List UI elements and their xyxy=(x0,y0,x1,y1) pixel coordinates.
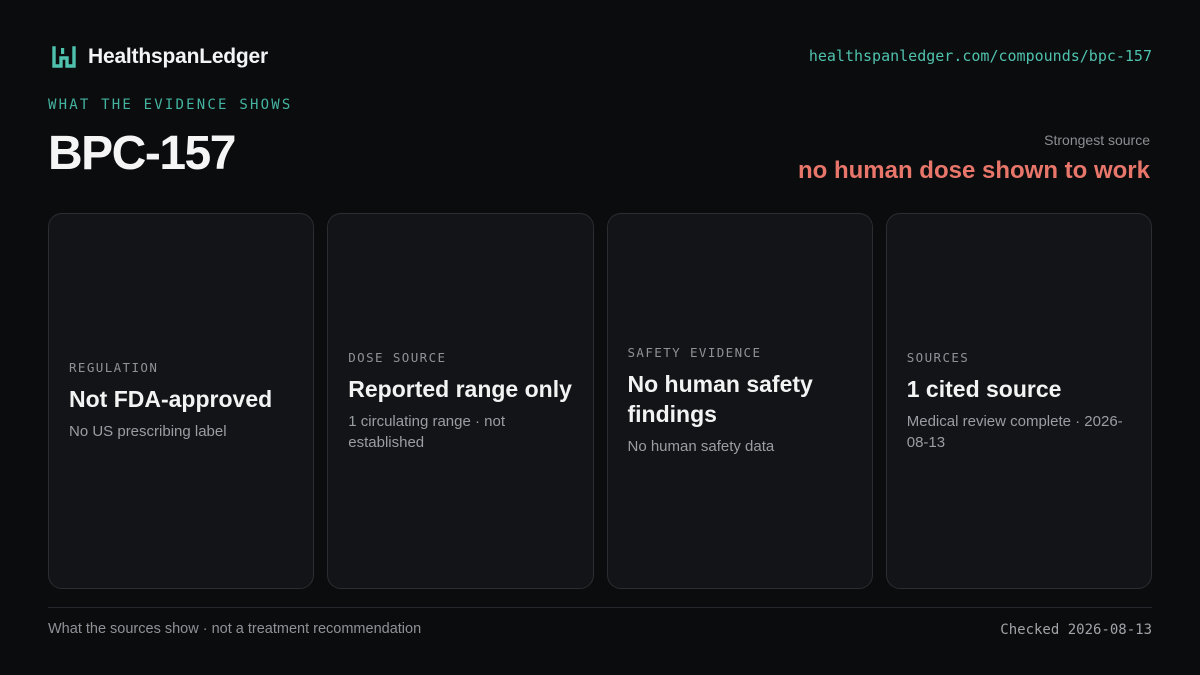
ledger-h-logo-icon xyxy=(52,46,76,68)
card-note: No human safety data xyxy=(627,438,775,455)
footer-divider xyxy=(48,607,1152,608)
page-header: HealthspanLedger healthspanledger.com/co… xyxy=(48,40,1152,74)
card-label: SAFETY EVIDENCE xyxy=(627,345,762,360)
card-label: SOURCES xyxy=(906,349,970,365)
checked-date: Checked 2026-08-13 xyxy=(1000,622,1152,638)
card-value: Not FDA-approved xyxy=(69,386,273,412)
regulation-card: REGULATION Not FDA-approved No US prescr… xyxy=(48,213,315,589)
strongest-source-label: Strongest source xyxy=(1044,132,1150,148)
brand-name: HealthspanLedger xyxy=(88,45,269,68)
card-value: No human safety findings xyxy=(627,371,813,427)
page-url-link[interactable]: healthspanledger.com/compounds/bpc-157 xyxy=(809,47,1152,65)
brand[interactable]: HealthspanLedger xyxy=(48,40,268,74)
strongest-source-value: no human dose shown to work xyxy=(797,157,1150,184)
strongest-source-panel: Strongest source no human dose shown to … xyxy=(798,130,1150,187)
card-label: REGULATION xyxy=(69,360,159,375)
sources-card: SOURCES 1 cited source Medical review co… xyxy=(885,213,1152,589)
card-value: 1 cited source xyxy=(906,375,1062,402)
page-title: BPC-157 xyxy=(48,127,236,180)
card-note: 1 circulating range · not established xyxy=(348,412,506,451)
card-value: Reported range only xyxy=(348,375,572,402)
card-note: Medical review complete · 2026-08-13 xyxy=(906,412,1123,451)
footer-disclaimer: What the sources show · not a treatment … xyxy=(48,621,422,637)
section-eyebrow: WHAT THE EVIDENCE SHOWS xyxy=(48,97,293,113)
card-label: DOSE SOURCE xyxy=(348,349,447,365)
card-note: No US prescribing label xyxy=(69,423,227,440)
dose-source-card: DOSE SOURCE Reported range only 1 circul… xyxy=(327,213,594,589)
evidence-cards: REGULATION Not FDA-approved No US prescr… xyxy=(48,213,1152,589)
safety-evidence-card: SAFETY EVIDENCE No human safety findings… xyxy=(606,213,873,589)
